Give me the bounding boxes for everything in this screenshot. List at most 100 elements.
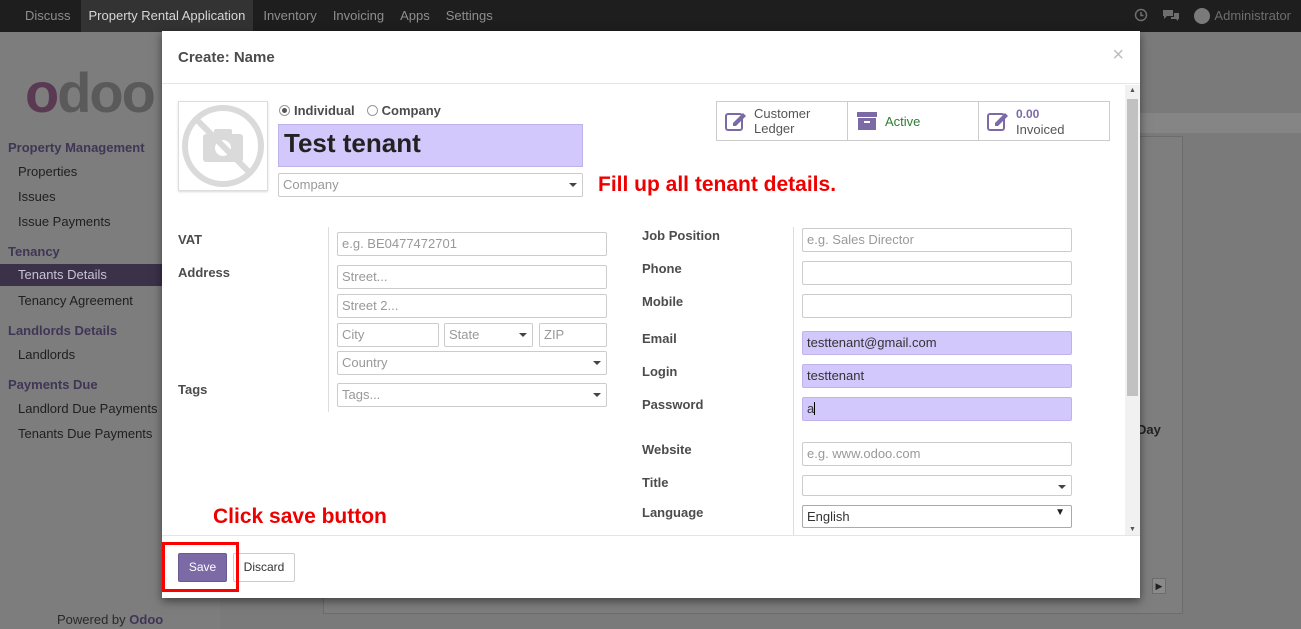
chat-icon[interactable]	[1162, 8, 1180, 25]
sidebar-section-tenancy[interactable]: Tenancy	[8, 244, 60, 259]
radio-company-label: Company	[381, 103, 441, 118]
vat-input[interactable]: e.g. BE0477472701	[337, 232, 607, 256]
nav-discuss[interactable]: Discuss	[0, 0, 79, 32]
radio-individual-dot[interactable]	[279, 105, 290, 116]
sidebar-item-issues[interactable]: Issues	[18, 189, 56, 204]
radio-individual[interactable]: Individual	[279, 103, 355, 118]
state-select[interactable]: State	[444, 323, 533, 347]
customer-ledger-label: Customer Ledger	[754, 106, 810, 136]
chevron-down-icon	[569, 183, 577, 187]
radio-company-dot[interactable]	[366, 105, 378, 116]
email-label: Email	[642, 331, 677, 346]
password-value: a	[807, 401, 815, 416]
powered-brand[interactable]: Odoo	[129, 612, 163, 627]
tags-input[interactable]: Tags...	[337, 383, 607, 407]
phone-label: Phone	[642, 261, 682, 276]
sidebar-item-tenancy-agreement[interactable]: Tenancy Agreement	[18, 293, 133, 308]
chevron-down-icon	[1058, 485, 1066, 489]
street-input[interactable]: Street...	[337, 265, 607, 289]
background-scroll-arrow: ▶	[1152, 578, 1166, 594]
user-menu[interactable]: Administrator	[1194, 8, 1291, 25]
nav-inventory[interactable]: Inventory	[255, 0, 324, 32]
dialog-header: Create: Name ×	[162, 31, 1140, 84]
website-label: Website	[642, 442, 692, 457]
partner-type-radio-group: Individual Company	[279, 103, 441, 118]
vat-label: VAT	[178, 232, 203, 247]
background-column-header: Day	[1137, 422, 1161, 437]
city-input[interactable]: City	[337, 323, 439, 347]
clock-icon[interactable]	[1134, 8, 1148, 25]
powered-prefix: Powered by	[57, 612, 126, 627]
user-name: Administrator	[1214, 7, 1291, 23]
tags-label: Tags	[178, 382, 208, 397]
avatar	[1194, 8, 1211, 25]
background-toolbar	[1136, 113, 1301, 133]
click-save-hint: Click save button	[213, 505, 387, 528]
close-icon[interactable]: ×	[1112, 44, 1124, 67]
password-input[interactable]: a	[802, 397, 1072, 421]
sidebar-item-landlord-due-payments[interactable]: Landlord Due Payments	[18, 401, 157, 416]
tags-placeholder: Tags...	[342, 387, 381, 402]
chevron-down-icon	[519, 333, 527, 337]
mobile-input[interactable]	[802, 294, 1072, 318]
edit-icon	[724, 109, 748, 133]
phone-input[interactable]	[802, 261, 1072, 285]
powered-by: Powered by Odoo	[57, 612, 163, 627]
nav-invoicing[interactable]: Invoicing	[325, 0, 392, 32]
active-toggle-button[interactable]: Active	[847, 101, 979, 141]
customer-ledger-line2: Ledger	[754, 121, 795, 136]
zip-input[interactable]: ZIP	[539, 323, 607, 347]
login-label: Login	[642, 364, 678, 379]
invoiced-button[interactable]: 0.00 Invoiced	[978, 101, 1110, 141]
name-input[interactable]: Test tenant	[278, 124, 583, 167]
address-label: Address	[178, 265, 231, 280]
text-cursor	[814, 402, 816, 415]
sidebar-item-issue-payments[interactable]: Issue Payments	[18, 214, 111, 229]
language-label: Language	[642, 505, 704, 520]
website-input[interactable]: e.g. www.odoo.com	[802, 442, 1072, 466]
scroll-up-icon[interactable]: ▲	[1129, 87, 1136, 94]
email-input[interactable]: testtenant@gmail.com	[802, 331, 1072, 355]
nav-property-rental[interactable]: Property Rental Application	[80, 0, 254, 32]
radio-individual-label: Individual	[294, 103, 355, 118]
fill-details-hint: Fill up all tenant details.	[598, 173, 837, 196]
job-position-label: Job Position	[642, 228, 720, 243]
sidebar-item-properties[interactable]: Properties	[18, 164, 77, 179]
navbar-right: Administrator	[1134, 0, 1291, 32]
create-dialog: Create: Name × Individual Company Test t…	[162, 31, 1140, 598]
nav-settings[interactable]: Settings	[438, 0, 501, 32]
dialog-body: Individual Company Test tenant Company C…	[162, 85, 1140, 535]
customer-ledger-line1: Customer	[754, 106, 811, 121]
job-position-input[interactable]: e.g. Sales Director	[802, 228, 1072, 252]
password-label: Password	[642, 397, 704, 412]
radio-company[interactable]: Company	[366, 103, 441, 118]
edit-icon	[986, 109, 1010, 133]
sidebar-item-tenants-due-payments[interactable]: Tenants Due Payments	[18, 426, 152, 441]
customer-ledger-button[interactable]: Customer Ledger	[716, 101, 848, 141]
title-select[interactable]	[802, 475, 1072, 496]
sidebar-section-property-management[interactable]: Property Management	[8, 140, 145, 155]
language-select[interactable]: English ▼	[802, 505, 1072, 528]
scrollbar-thumb[interactable]	[1127, 99, 1138, 396]
chevron-down-icon	[593, 361, 601, 365]
dialog-scrollbar[interactable]: ▲ ▼	[1125, 85, 1140, 535]
country-placeholder: Country	[342, 355, 388, 370]
company-select[interactable]: Company	[278, 173, 583, 197]
sidebar-section-payments-due[interactable]: Payments Due	[8, 377, 98, 392]
avatar-placeholder[interactable]	[178, 101, 268, 191]
scroll-down-icon[interactable]: ▼	[1129, 526, 1136, 533]
sidebar-section-landlords-details[interactable]: Landlords Details	[8, 323, 117, 338]
invoiced-amount: 0.00	[1016, 106, 1040, 121]
nav-apps[interactable]: Apps	[392, 0, 438, 32]
active-label: Active	[885, 113, 921, 129]
odoo-logo: odoo	[25, 61, 156, 124]
discard-button[interactable]: Discard	[233, 553, 295, 582]
no-photo-icon	[182, 105, 264, 187]
street2-input[interactable]: Street 2...	[337, 294, 607, 318]
state-placeholder: State	[449, 327, 480, 342]
dialog-title: Create: Name	[178, 49, 275, 66]
login-input[interactable]: testtenant	[802, 364, 1072, 388]
right-divider	[793, 227, 794, 535]
sidebar-item-landlords[interactable]: Landlords	[18, 347, 75, 362]
country-select[interactable]: Country	[337, 351, 607, 375]
